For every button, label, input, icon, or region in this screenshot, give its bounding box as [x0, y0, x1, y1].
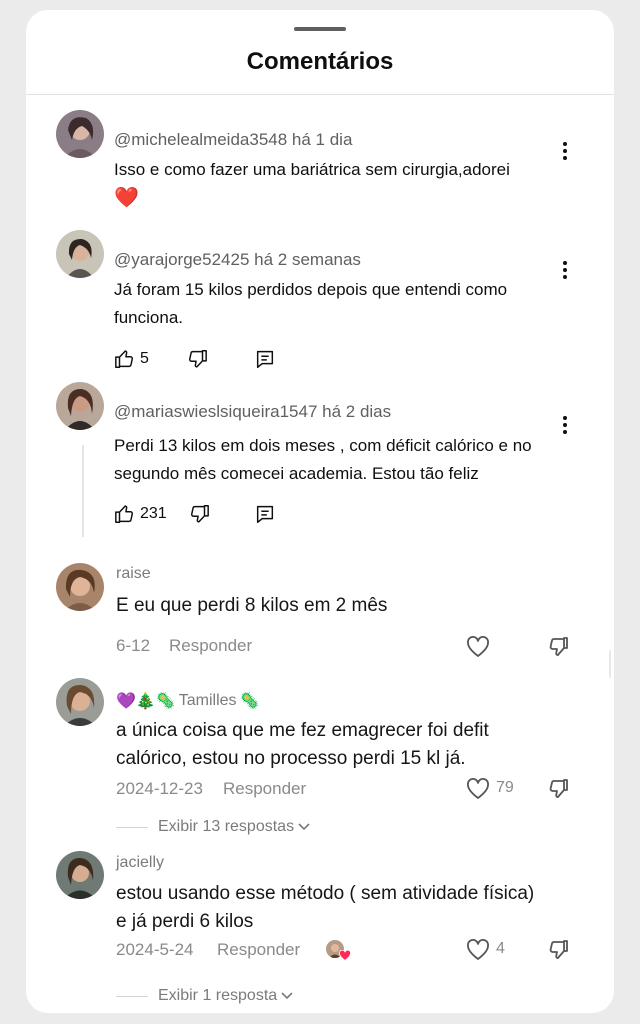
replies-divider	[116, 996, 148, 997]
reply-button[interactable]: Responder	[223, 779, 306, 799]
comment-handle[interactable]: @yarajorge52425	[114, 250, 249, 269]
username-text: Tamilles	[178, 692, 237, 709]
comment-meta: @mariaswieslsiqueira1547 há 2 dias	[114, 402, 391, 422]
comment-meta: @michelealmeida3548 há 1 dia	[114, 130, 352, 150]
avatar[interactable]	[56, 110, 104, 158]
avatar[interactable]	[56, 851, 104, 899]
reply-username[interactable]: raise	[116, 565, 151, 583]
comment-text: Isso e como fazer uma bariátrica sem cir…	[114, 156, 564, 213]
avatar[interactable]	[56, 678, 104, 726]
avatar[interactable]	[56, 230, 104, 278]
header-divider	[26, 94, 614, 95]
view-replies-label: Exibir 1 resposta	[158, 987, 278, 1004]
reply-button[interactable]: Responder	[169, 636, 252, 656]
heart-icon[interactable]	[466, 939, 490, 961]
like-count: 4	[496, 940, 505, 957]
heart-emoji: ❤️	[114, 187, 139, 209]
scrollbar[interactable]	[609, 650, 611, 678]
comment-handle[interactable]: @michelealmeida3548	[114, 130, 287, 149]
heart-icon[interactable]	[466, 778, 490, 800]
comment-meta: @yarajorge52425 há 2 semanas	[114, 250, 361, 270]
sheet-title: Comentários	[246, 48, 394, 75]
reply-date: 6-12	[116, 636, 151, 655]
more-options-icon[interactable]	[558, 140, 572, 162]
reply-username[interactable]: 💜🎄🦠 Tamilles 🦠	[116, 691, 259, 711]
like-icon[interactable]	[114, 348, 136, 370]
dislike-icon[interactable]	[546, 938, 570, 962]
more-options-icon[interactable]	[558, 259, 572, 281]
view-replies-button[interactable]: Exibir 13 respostas	[158, 818, 310, 836]
username-emoji-suffix: 🦠	[239, 693, 260, 710]
avatar[interactable]	[56, 382, 104, 430]
comment-actions: 231	[114, 503, 294, 527]
drag-handle[interactable]	[294, 27, 346, 31]
reply-icon[interactable]	[254, 348, 276, 370]
view-replies-label: Exibir 13 respostas	[158, 818, 295, 835]
chevron-down-icon	[298, 823, 310, 831]
comment-handle[interactable]: @mariaswieslsiqueira1547	[114, 402, 317, 421]
dislike-icon[interactable]	[546, 777, 570, 801]
creator-liked-heart-icon	[339, 950, 351, 961]
comment-body: Isso e como fazer uma bariátrica sem cir…	[114, 160, 510, 179]
like-icon[interactable]	[114, 503, 136, 525]
dislike-icon[interactable]	[186, 348, 208, 370]
reply-body: E eu que perdi 8 kilos em 2 mês	[116, 595, 388, 616]
comment-body: Perdi 13 kilos em dois meses , com défic…	[114, 436, 532, 483]
comments-sheet: Comentários @michelealmeida3548 há 1 dia…	[26, 10, 614, 1013]
comment-actions: 5	[114, 348, 294, 372]
like-count: 79	[496, 779, 514, 796]
reply-body: estou usando esse método ( sem atividade…	[116, 883, 535, 932]
reply-icon[interactable]	[254, 503, 276, 525]
reply-username[interactable]: jacielly	[116, 854, 164, 872]
comment-time: há 2 semanas	[254, 250, 361, 269]
reply-body: a única coisa que me fez emagrecer foi d…	[116, 720, 489, 769]
dislike-icon[interactable]	[546, 635, 570, 659]
dislike-icon[interactable]	[188, 503, 210, 525]
like-count: 231	[140, 505, 167, 522]
reply-button[interactable]: Responder	[217, 940, 300, 960]
comment-body: Já foram 15 kilos perdidos depois que en…	[114, 280, 508, 327]
thread-line	[82, 445, 84, 537]
more-options-icon[interactable]	[558, 414, 572, 436]
reply-date: 2024-5-24	[116, 940, 194, 959]
comment-time: há 2 dias	[322, 402, 392, 421]
username-emojis: 💜🎄🦠	[116, 693, 176, 710]
like-count: 5	[140, 350, 149, 367]
chevron-down-icon	[281, 992, 293, 1000]
view-replies-button[interactable]: Exibir 1 resposta	[158, 987, 293, 1005]
avatar[interactable]	[56, 563, 104, 611]
comment-time: há 1 dia	[291, 130, 353, 149]
replies-divider	[116, 827, 148, 828]
reply-date: 2024-12-23	[116, 779, 203, 798]
heart-icon[interactable]	[466, 636, 490, 658]
